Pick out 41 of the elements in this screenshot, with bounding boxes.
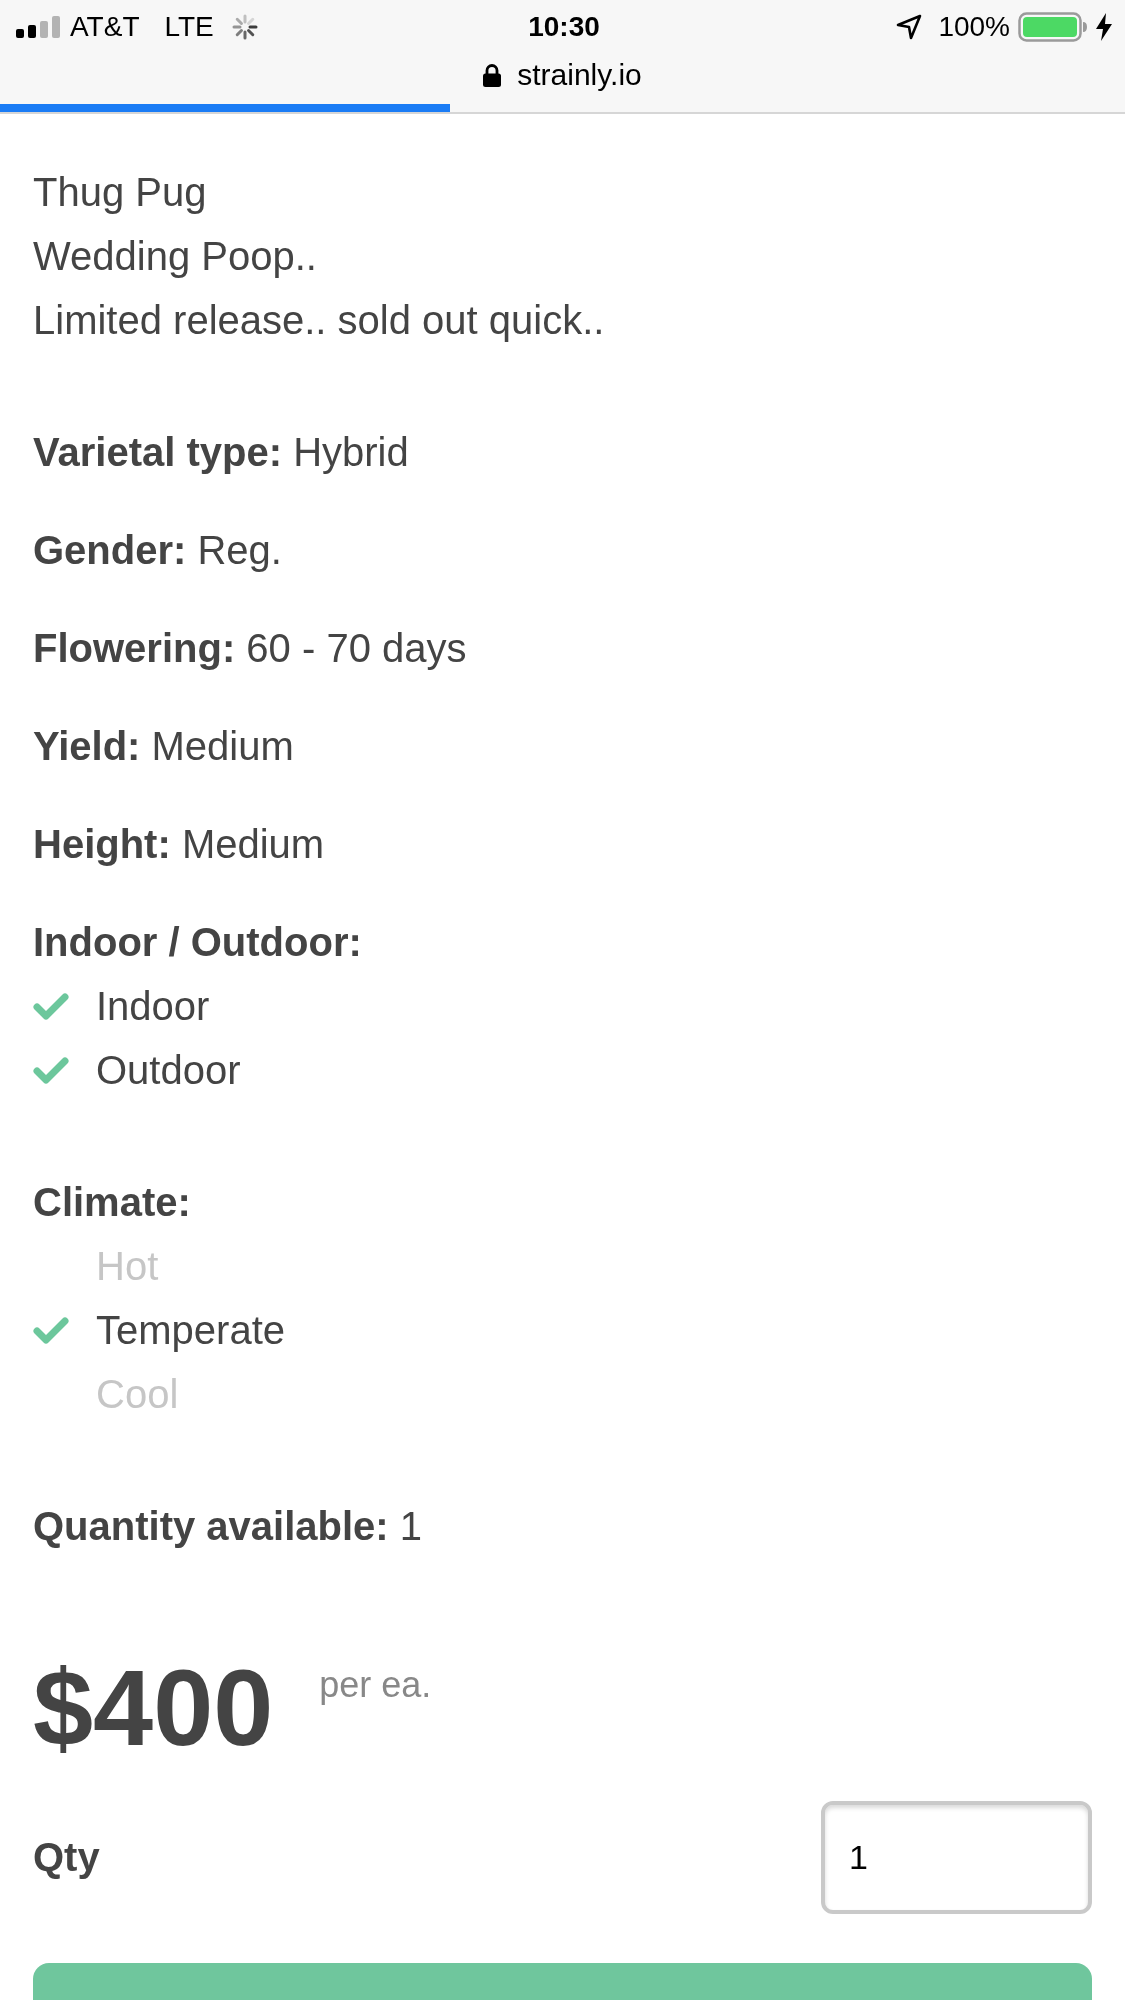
location-arrow-icon (896, 14, 923, 40)
spec-label: Varietal type: (33, 430, 282, 474)
option-label: Indoor (96, 983, 210, 1029)
action-button[interactable] (33, 1963, 1092, 2000)
network-type: LTE (164, 11, 214, 43)
quantity-label: Qty (33, 1835, 100, 1880)
option-label: Temperate (96, 1307, 285, 1353)
carrier-name: AT&T (70, 11, 140, 43)
option-label: Hot (96, 1243, 159, 1289)
battery-percent: 100% (938, 11, 1010, 43)
battery-icon (1018, 12, 1088, 42)
lightning-bolt-icon (1096, 13, 1112, 41)
price-amount: $400 (33, 1648, 274, 1768)
spec-value: Hybrid (293, 430, 409, 474)
spec-label: Height: (33, 822, 171, 866)
price-unit: per ea. (319, 1665, 432, 1705)
spec-label: Indoor / Outdoor: (33, 920, 362, 964)
spec-value: 1 (399, 1504, 423, 1548)
spec-label: Quantity available: (33, 1504, 389, 1548)
check-icon (33, 1056, 69, 1084)
spec-label: Flowering: (33, 626, 236, 670)
spinner-icon (231, 14, 258, 40)
check-icon (33, 992, 69, 1020)
clock-time: 10:30 (528, 11, 600, 43)
spec-value: Medium (181, 822, 325, 866)
spec-label: Climate: (33, 1180, 191, 1224)
spec-label: Yield: (33, 724, 141, 768)
description-line: Limited release.. sold out quick.. (33, 297, 606, 344)
description-line: Thug Pug (33, 169, 208, 216)
spec-label: Gender: (33, 528, 187, 572)
quantity-input[interactable]: 1 (821, 1801, 1092, 1914)
page-url[interactable]: strainly.io (517, 58, 642, 92)
spec-value: Medium (151, 724, 294, 768)
option-label: Cool (96, 1371, 179, 1417)
lock-icon (483, 63, 502, 87)
check-icon (33, 1316, 69, 1344)
description-line: Wedding Poop.. (33, 233, 318, 280)
spec-value: Reg. (197, 528, 282, 572)
spec-value: 60 - 70 days (246, 626, 467, 670)
signal-icon (16, 16, 60, 38)
option-label: Outdoor (96, 1047, 241, 1093)
